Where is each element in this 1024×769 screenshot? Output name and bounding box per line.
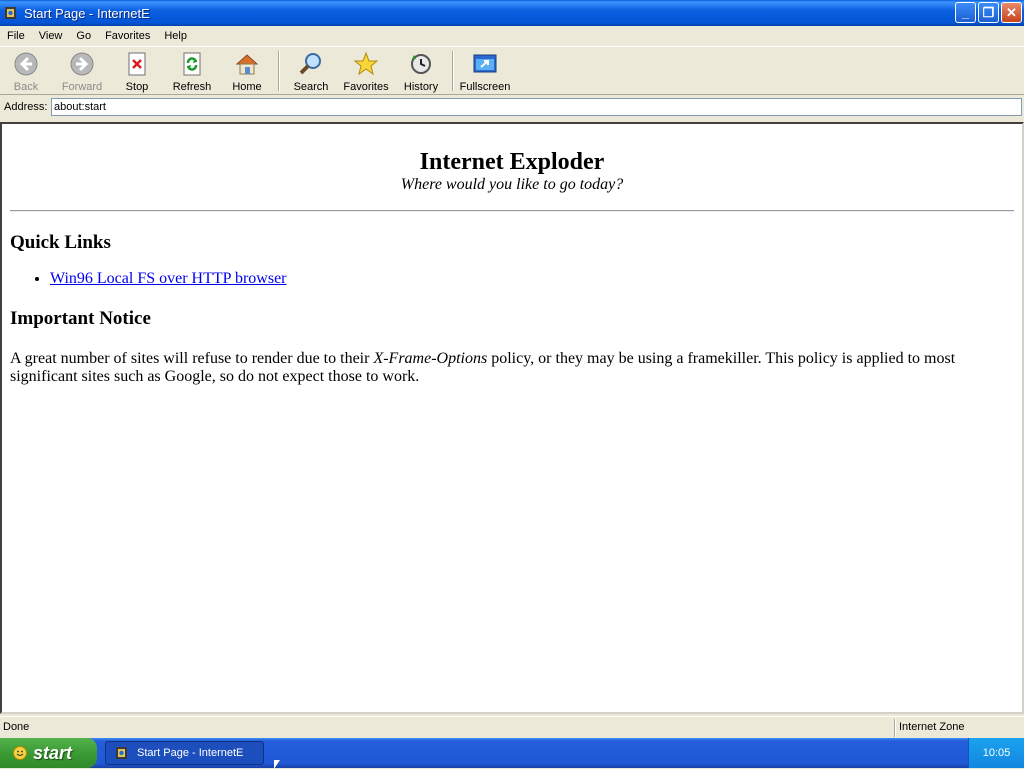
page-viewport[interactable]: Internet Exploder Where would you like t…	[0, 122, 1024, 714]
history-button[interactable]: History	[395, 49, 447, 93]
notice-emphasis: X-Frame-Options	[373, 350, 488, 367]
zone-text: Internet Zone	[899, 721, 965, 733]
history-icon	[408, 51, 434, 77]
quick-links-list: Win96 Local FS over HTTP browser	[10, 270, 1014, 288]
win96-fs-browser-link[interactable]: Win96 Local FS over HTTP browser	[50, 270, 287, 287]
document: Internet Exploder Where would you like t…	[2, 149, 1022, 386]
internet-exploder-icon	[3, 5, 19, 21]
list-item: Win96 Local FS over HTTP browser	[50, 270, 1014, 288]
back-button[interactable]: Back	[0, 49, 52, 93]
star-icon	[353, 51, 379, 77]
close-icon: ✕	[1006, 4, 1017, 20]
magnifier-icon	[298, 51, 324, 77]
home-button[interactable]: Home	[221, 49, 273, 93]
notice-text: A great number of sites will refuse to r…	[10, 350, 1014, 386]
taskbar-window-label: Start Page - InternetE	[137, 747, 244, 759]
smiley-icon	[13, 746, 27, 760]
start-label: start	[33, 742, 73, 763]
taskbar-window-button[interactable]: Start Page - InternetE	[105, 741, 264, 765]
page-subtitle: Where would you like to go today?	[400, 176, 624, 193]
fullscreen-button[interactable]: Fullscreen	[459, 49, 511, 93]
address-bar: Address:	[0, 96, 1024, 118]
minimize-icon: _	[961, 5, 970, 20]
notice-text-part: A great number of sites will refuse to r…	[10, 350, 374, 367]
refresh-button[interactable]: Refresh	[166, 49, 218, 93]
toolbar-separator	[452, 51, 454, 91]
home-icon	[234, 51, 260, 77]
menu-help[interactable]: Help	[157, 30, 194, 42]
menu-go[interactable]: Go	[69, 30, 98, 42]
clock[interactable]: 10:05	[983, 747, 1011, 759]
minimize-button[interactable]: _	[955, 2, 976, 23]
restore-icon: ❐	[982, 4, 995, 20]
menu-file[interactable]: File	[0, 30, 32, 42]
forward-label: Forward	[61, 81, 103, 93]
history-label: History	[403, 81, 439, 93]
address-label: Address:	[4, 101, 48, 113]
quick-links-heading: Quick Links	[10, 232, 111, 253]
stop-button[interactable]: Stop	[111, 49, 163, 93]
toolbar: Back Forward Stop Refresh Home Search Fa…	[0, 46, 1024, 95]
status-bar: Done Internet Zone	[0, 716, 1024, 738]
close-button[interactable]: ✕	[1001, 2, 1022, 23]
stop-label: Stop	[125, 81, 149, 93]
favorites-button[interactable]: Favorites	[340, 49, 392, 93]
status-text: Done	[3, 721, 30, 733]
back-arrow-icon	[13, 51, 39, 77]
maximize-button[interactable]: ❐	[978, 2, 999, 23]
address-input[interactable]	[51, 98, 1022, 116]
menu-bar: File View Go Favorites Help	[0, 26, 1024, 45]
menu-view[interactable]: View	[32, 30, 70, 42]
divider	[10, 210, 1014, 212]
system-tray: 10:05	[968, 738, 1024, 768]
notice-heading: Important Notice	[10, 308, 151, 329]
title-bar[interactable]: Start Page - InternetE _ ❐ ✕	[0, 0, 1024, 26]
forward-arrow-icon	[69, 51, 95, 77]
favorites-label: Favorites	[343, 81, 389, 93]
toolbar-separator	[278, 51, 280, 91]
back-label: Back	[13, 81, 39, 93]
internet-exploder-icon	[114, 745, 130, 761]
start-button[interactable]: start	[0, 738, 97, 768]
refresh-label: Refresh	[172, 81, 212, 93]
forward-button[interactable]: Forward	[56, 49, 108, 93]
home-label: Home	[232, 81, 262, 93]
fullscreen-icon	[472, 51, 498, 77]
status-separator	[894, 719, 896, 737]
page-title: Internet Exploder	[419, 149, 605, 175]
fullscreen-label: Fullscreen	[459, 81, 511, 93]
window-title: Start Page - InternetE	[24, 5, 150, 21]
menu-favorites[interactable]: Favorites	[98, 30, 157, 42]
stop-icon	[124, 51, 150, 77]
taskbar: start Start Page - InternetE 10:05	[0, 738, 1024, 768]
search-label: Search	[293, 81, 329, 93]
refresh-icon	[179, 51, 205, 77]
search-button[interactable]: Search	[285, 49, 337, 93]
